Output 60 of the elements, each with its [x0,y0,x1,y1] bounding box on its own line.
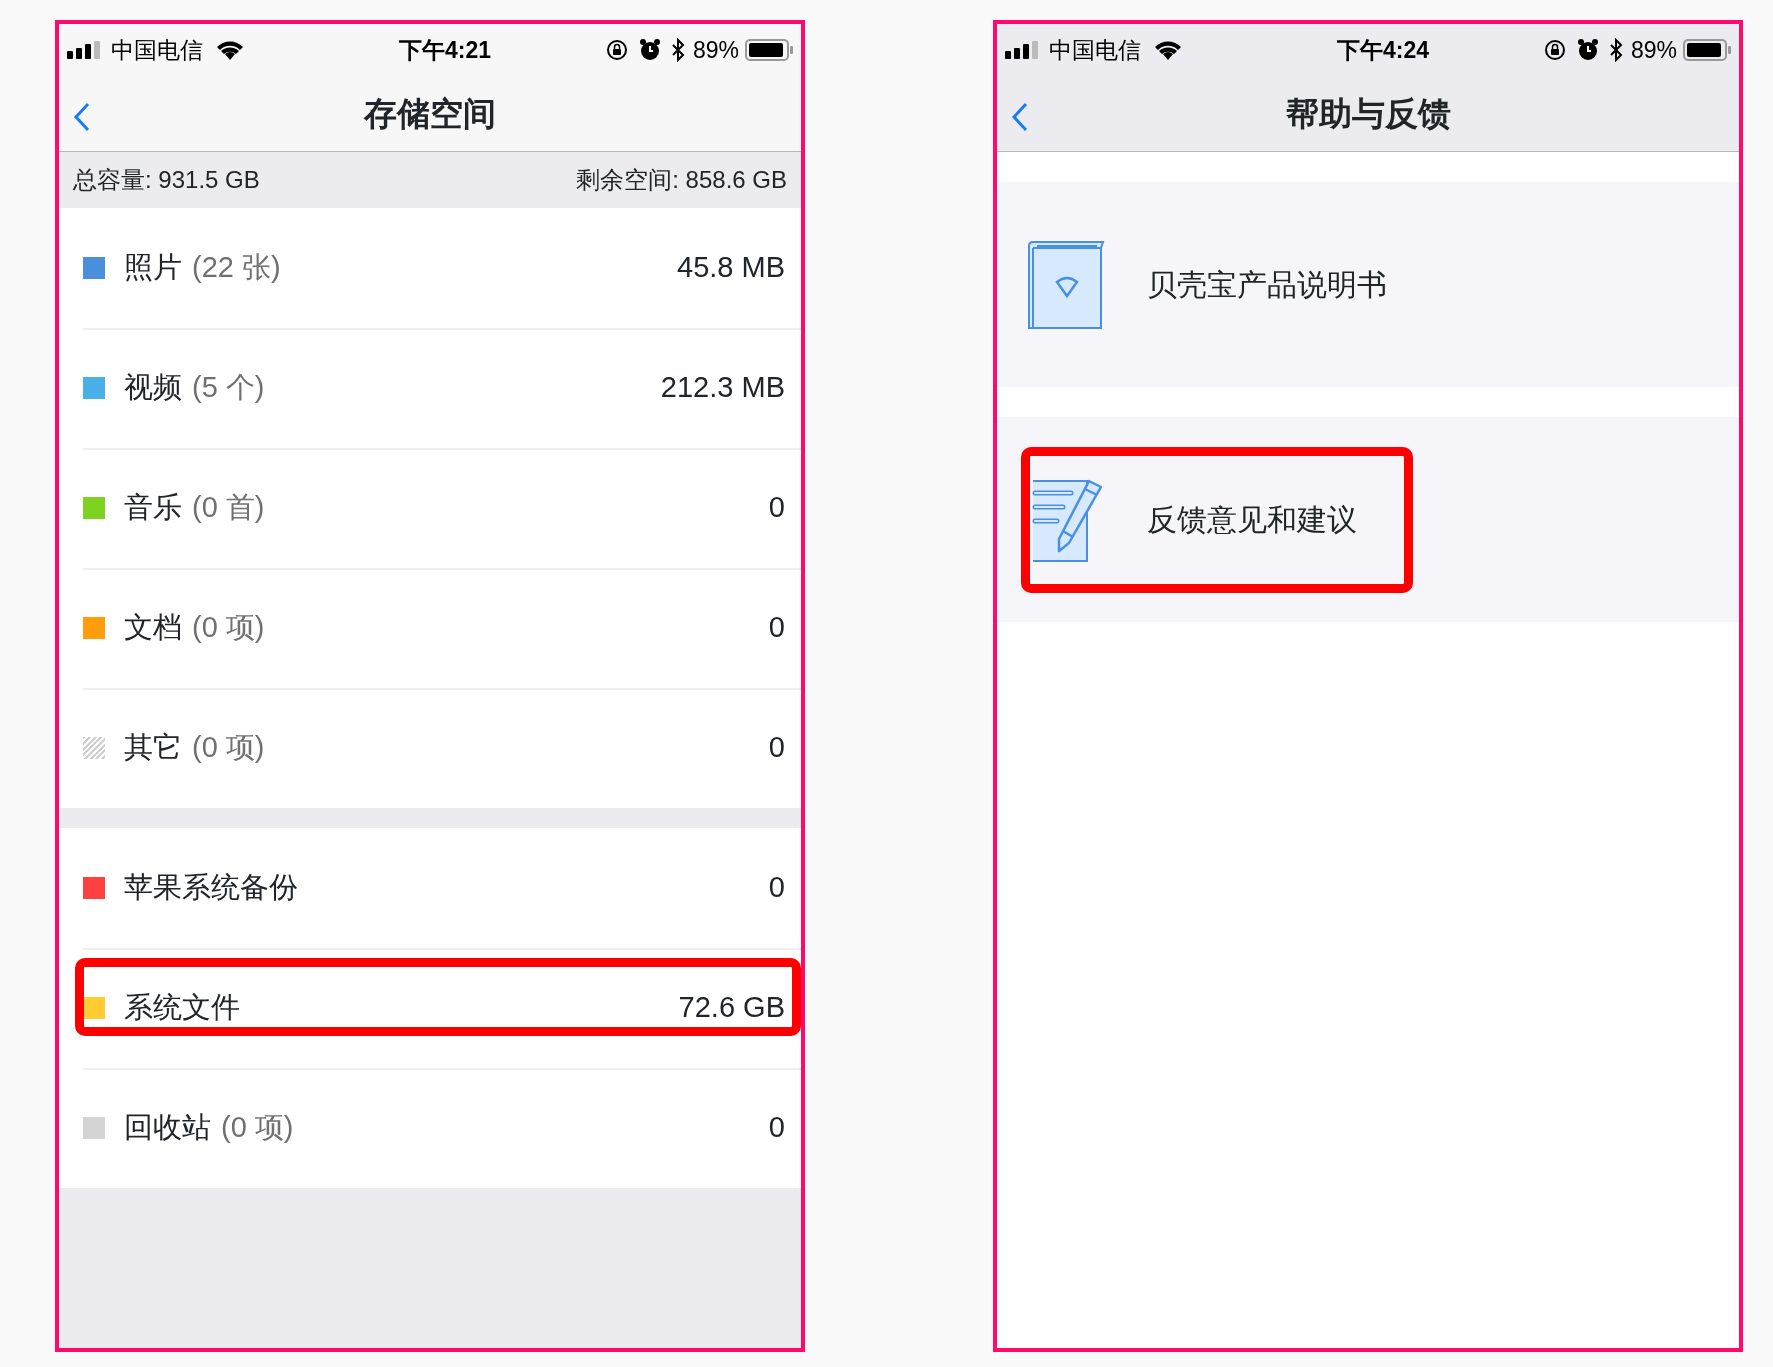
carrier-name: 中国电信 [1049,35,1141,65]
size-value: 0 [768,490,785,526]
category-name: 视频 [124,370,182,406]
size-value: 212.3 MB [660,370,785,406]
storage-row[interactable]: 其它 (0 项) 0 [59,688,801,808]
rotation-lock-icon [1542,38,1567,62]
category-name: 其它 [124,730,182,766]
storage-row[interactable]: 照片 (22 张) 45.8 MB [59,208,801,328]
item-count: (0 项) [192,610,265,646]
wifi-icon [215,39,245,61]
storage-row[interactable]: 回收站 (0 项) 0 [59,1068,801,1188]
storage-row[interactable]: 苹果系统备份 0 [59,828,801,948]
size-value: 0 [768,730,785,766]
alarm-icon [638,39,661,61]
item-count: (0 项) [221,1110,294,1146]
storage-row[interactable]: 视频 (5 个) 212.3 MB [59,328,801,448]
size-value: 45.8 MB [677,250,785,286]
size-value: 0 [768,610,785,646]
storage-row[interactable]: 音乐 (0 首) 0 [59,448,801,568]
menu-label: 贝壳宝产品说明书 [1147,267,1387,303]
category-name: 苹果系统备份 [124,870,298,906]
signal-icon [1005,41,1041,59]
category-name: 文档 [124,610,182,646]
carrier-name: 中国电信 [111,35,203,65]
storage-row[interactable]: 系统文件 72.6 GB [59,948,801,1068]
item-count: (0 首) [192,490,265,526]
size-value: 0 [768,1110,785,1146]
back-icon [73,102,91,132]
size-value: 72.6 GB [678,990,785,1026]
menu-item[interactable]: 贝壳宝产品说明书 [997,182,1739,387]
category-name: 照片 [124,250,182,286]
total-capacity: 总容量: 931.5 GB [73,165,260,195]
back-button[interactable] [1011,102,1029,132]
screen-title: 帮助与反馈 [1285,93,1451,134]
category-name: 音乐 [124,490,182,526]
battery-icon [1683,39,1731,61]
free-space: 剩余空间: 858.6 GB [576,165,787,195]
category-name: 回收站 [124,1110,211,1146]
item-count: (5 个) [192,370,265,406]
menu-label: 反馈意见和建议 [1147,502,1357,538]
wifi-icon [1153,39,1183,61]
battery-percent: 89% [692,35,739,65]
battery-icon [745,39,793,61]
storage-row[interactable]: 文档 (0 项) 0 [59,568,801,688]
status-time: 下午4:21 [397,35,491,65]
alarm-icon [1576,39,1599,61]
menu-item[interactable]: 反馈意见和建议 [997,417,1739,622]
item-count: (22 张) [192,250,281,286]
signal-icon [67,41,103,59]
category-name: 系统文件 [124,990,240,1026]
size-value: 0 [768,870,785,906]
status-time: 下午4:24 [1335,35,1429,65]
bluetooth-icon [1608,38,1623,62]
item-count: (0 项) [192,730,265,766]
battery-percent: 89% [1630,35,1677,65]
back-icon [1011,102,1029,132]
bluetooth-icon [670,38,685,62]
back-button[interactable] [73,102,91,132]
rotation-lock-icon [604,38,629,62]
screen-title: 存储空间 [364,93,496,134]
